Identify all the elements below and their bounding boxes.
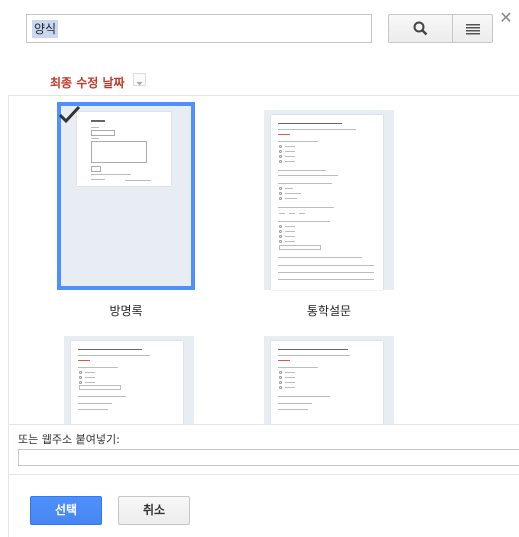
sort-label[interactable]: 최종 수정 날짜 xyxy=(50,74,125,91)
close-icon[interactable]: ✕ xyxy=(498,8,514,27)
search-value: 양식 xyxy=(32,20,59,38)
template-thumbnail xyxy=(271,341,383,424)
template-card-satisfaction-survey[interactable] xyxy=(64,336,194,424)
divider xyxy=(8,474,519,475)
search-input[interactable]: 양식 xyxy=(26,14,372,43)
template-thumbnail xyxy=(271,115,383,290)
template-card-guestbook[interactable] xyxy=(57,102,195,290)
search-icon xyxy=(413,21,428,36)
template-card-commute-survey[interactable] xyxy=(264,110,394,290)
template-gallery: 방명록 통학설문 xyxy=(8,96,519,424)
template-caption: 방명록 xyxy=(109,304,143,318)
chevron-down-icon[interactable] xyxy=(133,73,146,86)
template-caption: 통학설문 xyxy=(306,304,352,318)
url-label: 또는 웹주소 붙여넣기: xyxy=(18,433,120,446)
template-card-university-survey[interactable] xyxy=(264,336,394,424)
search-button[interactable] xyxy=(388,14,452,43)
url-input[interactable] xyxy=(18,449,519,466)
divider xyxy=(8,424,519,425)
template-thumbnail xyxy=(77,112,171,186)
select-button[interactable]: 선택 xyxy=(30,496,102,525)
list-view-button[interactable] xyxy=(452,14,493,43)
checkmark-icon xyxy=(58,105,81,124)
cancel-button[interactable]: 취소 xyxy=(118,496,190,525)
list-view-icon xyxy=(466,24,480,35)
template-thumbnail xyxy=(71,341,183,424)
left-border xyxy=(8,96,9,537)
